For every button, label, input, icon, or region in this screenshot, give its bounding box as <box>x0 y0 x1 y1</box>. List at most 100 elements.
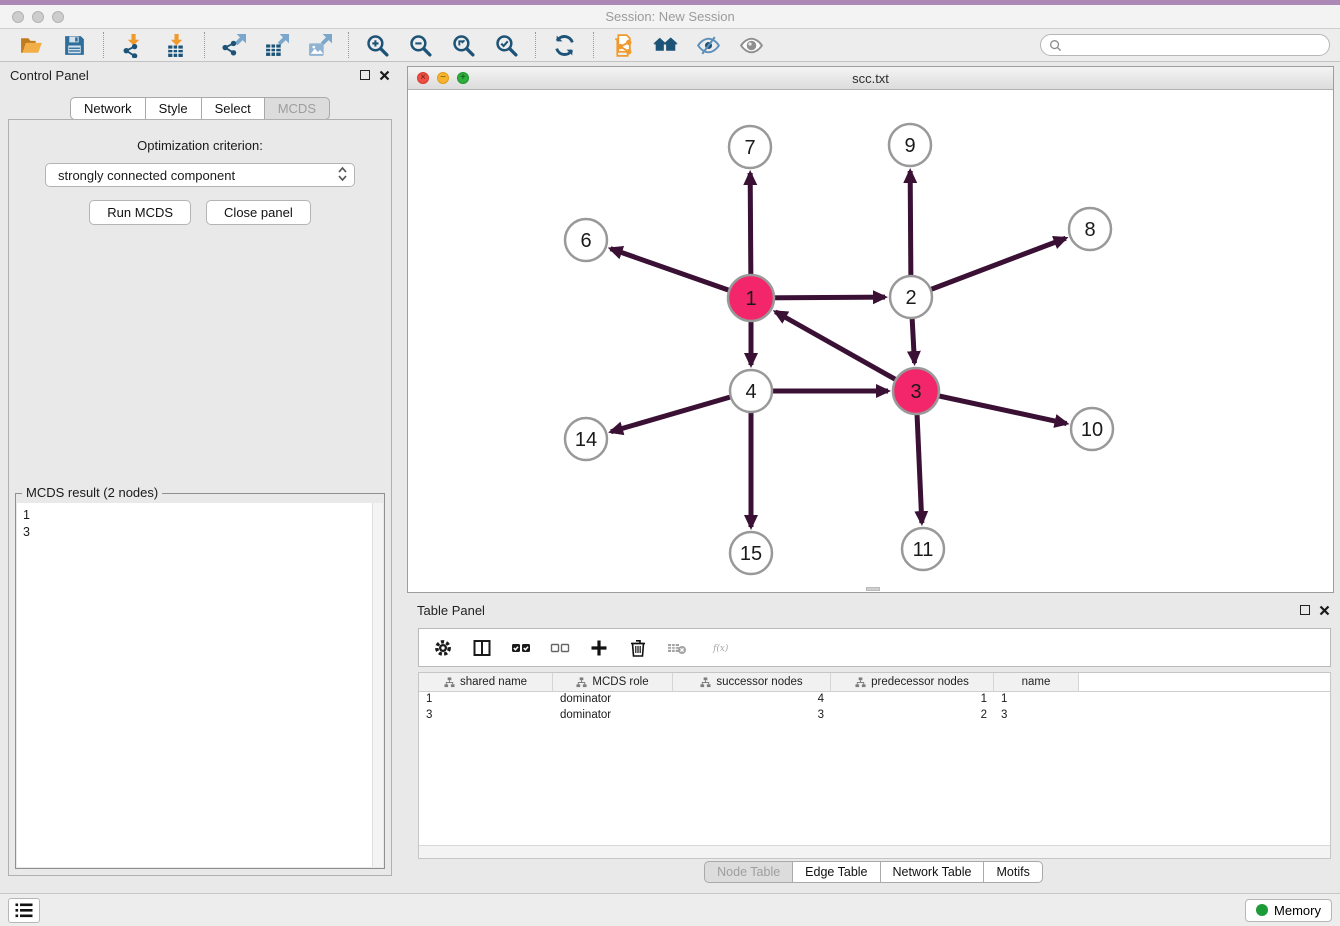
table-cell[interactable]: 4 <box>673 692 831 708</box>
optimization-select[interactable]: strongly connected component <box>45 163 355 187</box>
select-all-icon[interactable] <box>510 637 532 659</box>
zoom-in-icon[interactable] <box>364 32 391 59</box>
node-8[interactable]: 8 <box>1069 208 1111 250</box>
close-panel-button[interactable]: Close panel <box>206 200 311 225</box>
hide-eye-icon[interactable] <box>695 32 722 59</box>
float-panel-icon[interactable] <box>360 70 370 80</box>
control-panel: Control Panel NetworkStyleSelectMCDS Opt… <box>0 62 400 893</box>
delete-row-icon[interactable] <box>627 637 649 659</box>
network-graph[interactable]: 7 9 6 8 1 2 4 3 14 10 15 11 <box>408 90 1333 592</box>
svg-text:10: 10 <box>1081 419 1103 441</box>
task-history-button[interactable] <box>8 898 40 923</box>
node-3[interactable]: 3 <box>893 368 939 414</box>
open-file-icon[interactable] <box>18 32 45 59</box>
gear-icon[interactable] <box>432 637 454 659</box>
columns-icon[interactable] <box>471 637 493 659</box>
tab-style[interactable]: Style <box>145 97 202 120</box>
tab-network-table[interactable]: Network Table <box>880 861 985 883</box>
add-row-icon[interactable] <box>588 637 610 659</box>
table-cell[interactable]: dominator <box>553 708 673 724</box>
clone-network-icon[interactable] <box>609 32 636 59</box>
close-panel-icon[interactable] <box>379 70 390 81</box>
node-table[interactable]: shared nameMCDS rolesuccessor nodes prede… <box>418 672 1331 859</box>
deselect-all-icon[interactable] <box>549 637 571 659</box>
tab-mcds[interactable]: MCDS <box>264 97 330 120</box>
svg-text:3: 3 <box>910 381 921 403</box>
column-header-label: name <box>1022 676 1051 688</box>
app-titlebar: Session: New Session <box>0 5 1340 29</box>
search-input[interactable] <box>1067 38 1321 52</box>
node-7[interactable]: 7 <box>729 126 771 168</box>
network-canvas[interactable]: 7 9 6 8 1 2 4 3 14 10 15 11 <box>408 90 1333 592</box>
table-cell[interactable]: 1 <box>419 692 553 708</box>
table-hscrollbar[interactable] <box>419 845 1330 858</box>
show-eye-icon[interactable] <box>738 32 765 59</box>
table-cell[interactable]: 1 <box>831 692 994 708</box>
window-resize-handle[interactable] <box>866 587 880 591</box>
tab-motifs[interactable]: Motifs <box>983 861 1042 883</box>
zoom-fit-icon[interactable] <box>450 32 477 59</box>
mcds-result-text: 1 3 <box>17 503 383 545</box>
table-cell[interactable]: dominator <box>553 692 673 708</box>
svg-text:11: 11 <box>913 539 934 561</box>
tab-select[interactable]: Select <box>201 97 265 120</box>
node-6[interactable]: 6 <box>565 219 607 261</box>
export-network-icon[interactable] <box>220 32 247 59</box>
table-cell[interactable]: 2 <box>831 708 994 724</box>
column-header-successor-nodes[interactable]: successor nodes <box>673 673 831 691</box>
node-10[interactable]: 10 <box>1071 408 1113 450</box>
table-row[interactable]: 3dominator323 <box>419 708 1330 724</box>
control-panel-title: Control Panel <box>10 68 89 83</box>
toolbar-groups <box>10 32 773 59</box>
result-scrollbar[interactable] <box>372 503 383 867</box>
table-cell[interactable]: 3 <box>419 708 553 724</box>
column-header-label: predecessor nodes <box>871 676 969 688</box>
table-cell[interactable]: 3 <box>673 708 831 724</box>
node-9[interactable]: 9 <box>889 124 931 166</box>
export-table-icon[interactable] <box>263 32 290 59</box>
svg-text:15: 15 <box>740 543 762 565</box>
svg-text:1: 1 <box>745 288 756 310</box>
zoom-out-icon[interactable] <box>407 32 434 59</box>
float-table-panel-icon[interactable] <box>1300 605 1310 615</box>
table-row[interactable]: 1dominator411 <box>419 692 1330 708</box>
search-box[interactable] <box>1040 34 1330 56</box>
column-sort-icon <box>700 677 711 688</box>
memory-status-icon <box>1256 904 1268 916</box>
tab-node-table[interactable]: Node Table <box>704 861 793 883</box>
import-network-icon[interactable] <box>119 32 146 59</box>
save-session-icon[interactable] <box>61 32 88 59</box>
network-window-titlebar[interactable]: × − + scc.txt <box>408 67 1333 90</box>
tab-edge-table[interactable]: Edge Table <box>792 861 880 883</box>
svg-text:14: 14 <box>575 429 597 451</box>
tab-network[interactable]: Network <box>70 97 146 120</box>
close-table-panel-icon[interactable] <box>1319 605 1330 616</box>
export-image-icon[interactable] <box>306 32 333 59</box>
table-cell[interactable]: 1 <box>994 692 1079 708</box>
node-4[interactable]: 4 <box>730 370 772 412</box>
refresh-icon[interactable] <box>551 32 578 59</box>
memory-button[interactable]: Memory <box>1245 899 1332 922</box>
node-11[interactable]: 11 <box>902 528 944 570</box>
column-header-predecessor-nodes[interactable]: predecessor nodes <box>831 673 994 691</box>
node-1[interactable]: 1 <box>728 275 774 321</box>
column-header-name[interactable]: name <box>994 673 1079 691</box>
list-icon <box>15 903 33 918</box>
column-header-shared-name[interactable]: shared name <box>419 673 553 691</box>
edge-2-8[interactable] <box>911 238 1066 297</box>
column-header-MCDS-role[interactable]: MCDS role <box>553 673 673 691</box>
home-icon[interactable] <box>652 32 679 59</box>
optimization-label: Optimization criterion: <box>9 138 391 153</box>
table-cell[interactable]: 3 <box>994 708 1079 724</box>
node-15[interactable]: 15 <box>730 532 772 574</box>
table-panel: Table Panel f(x) shared nameMCDS rolesuc… <box>407 597 1340 888</box>
svg-text:8: 8 <box>1084 219 1095 241</box>
zoom-selected-icon[interactable] <box>493 32 520 59</box>
node-2[interactable]: 2 <box>890 276 932 318</box>
network-window-title: scc.txt <box>408 71 1333 86</box>
mcds-result-area[interactable]: 1 3 <box>17 503 383 867</box>
node-14[interactable]: 14 <box>565 418 607 460</box>
mcds-result-title: MCDS result (2 nodes) <box>22 485 162 500</box>
import-table-icon[interactable] <box>162 32 189 59</box>
run-mcds-button[interactable]: Run MCDS <box>89 200 191 225</box>
